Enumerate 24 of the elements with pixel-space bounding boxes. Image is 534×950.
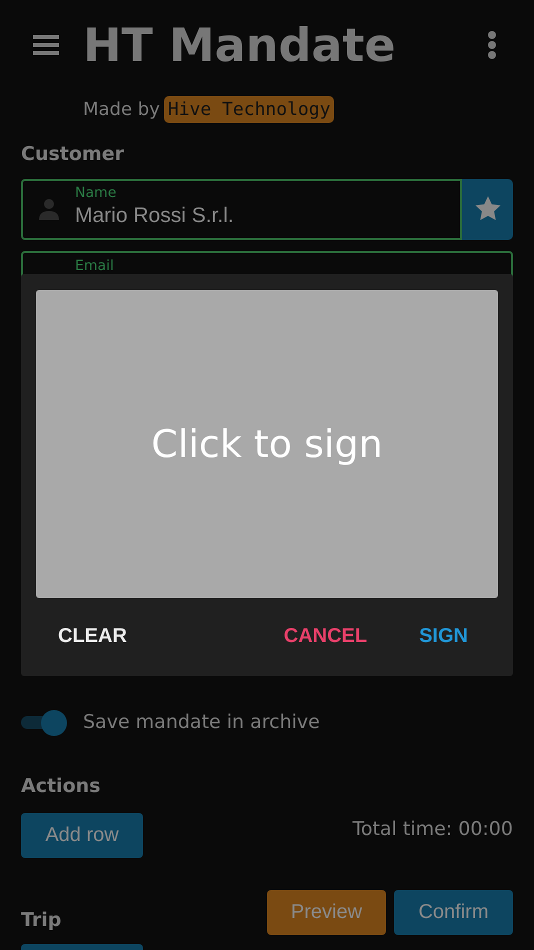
more-options-icon[interactable] [487, 30, 497, 60]
add-row-button[interactable]: Add row [21, 812, 143, 858]
menu-icon[interactable] [33, 34, 59, 56]
brand-label: Hive Technology [164, 96, 334, 122]
field-label: Email [75, 258, 114, 272]
sign-button[interactable]: SIGN [413, 620, 474, 652]
credit-text: Made by [83, 98, 160, 122]
person-icon [39, 198, 59, 220]
cancel-button[interactable]: CANCEL [278, 620, 374, 652]
preview-button[interactable]: Preview [267, 890, 386, 934]
field-label: Name [75, 186, 118, 200]
name-field[interactable]: Name Mario Rossi S.r.l. [21, 178, 462, 240]
section-heading: Trip [21, 908, 62, 933]
confirm-button[interactable]: Confirm [394, 890, 513, 934]
section-heading: Actions [21, 774, 102, 799]
signature-pad[interactable]: Click to sign [36, 290, 498, 598]
favorite-button[interactable] [462, 178, 513, 240]
total-time-text: Total time: 00:00 [352, 816, 513, 842]
clear-button[interactable]: CLEAR [52, 620, 133, 652]
section-heading: Customer [21, 142, 125, 167]
field-value: Mario Rossi S.r.l. [75, 203, 234, 230]
app-title: HT Mandate [83, 22, 396, 68]
archive-switch[interactable] [21, 710, 67, 734]
switch-label: Save mandate in archive [83, 710, 320, 734]
